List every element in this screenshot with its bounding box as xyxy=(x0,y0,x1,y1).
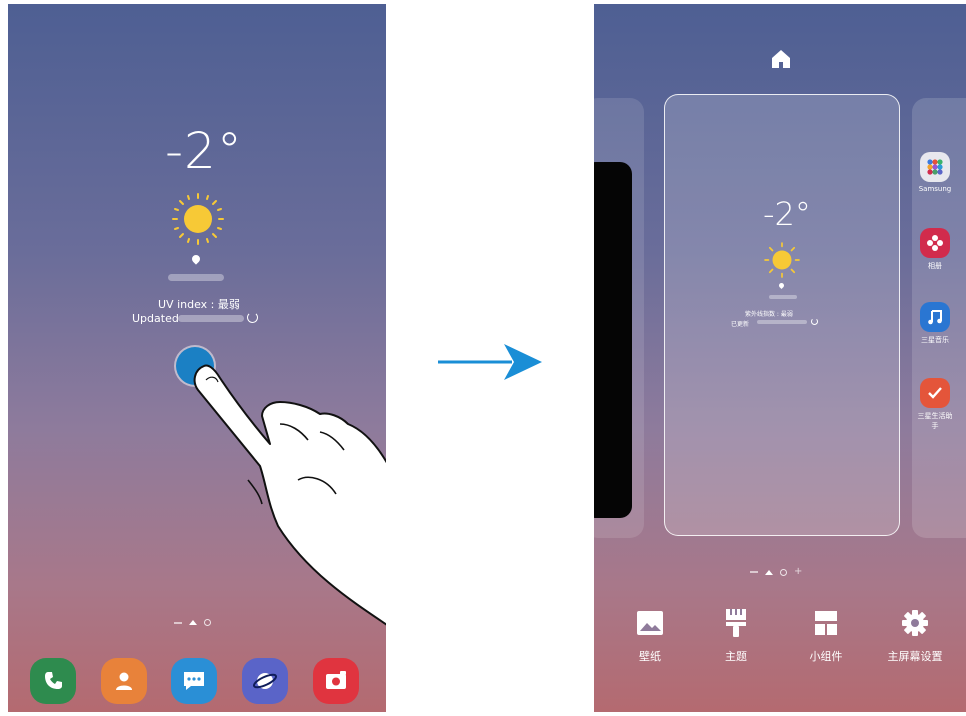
pointing-hand-illustration xyxy=(193,364,386,626)
internet-app[interactable] xyxy=(242,658,288,704)
themes-icon xyxy=(726,609,746,637)
preview-temperature: -2° xyxy=(763,195,811,233)
widgets-button[interactable]: 小组件 xyxy=(786,608,866,664)
side-app-label: 相册 xyxy=(928,262,942,270)
home-screen: -2° UV index : 最弱 Updated xyxy=(8,4,386,712)
reminder-icon xyxy=(920,378,950,408)
page-dot-left xyxy=(750,571,758,573)
preview-uv-text: 紫外线指数 : 最弱 xyxy=(745,311,793,318)
preview-updated-time-blurred xyxy=(757,320,807,324)
themes-button[interactable]: 主题 xyxy=(696,608,776,664)
preview-location-pin-icon xyxy=(777,281,786,290)
contacts-app[interactable] xyxy=(101,658,147,704)
music-icon xyxy=(920,302,950,332)
page-dot xyxy=(204,619,211,626)
internet-icon xyxy=(252,673,278,689)
left-page-content xyxy=(594,162,632,518)
add-page-icon[interactable]: + xyxy=(794,567,802,577)
side-app-gallery[interactable]: 相册 xyxy=(918,228,952,271)
phone-app[interactable] xyxy=(30,658,76,704)
side-app-samsung[interactable]: Samsung xyxy=(918,152,952,193)
contacts-icon xyxy=(116,672,132,690)
gallery-icon xyxy=(920,228,950,258)
side-app-label: 三星音乐 xyxy=(921,336,949,344)
page-dot-left xyxy=(174,621,182,624)
page-dot xyxy=(780,568,787,576)
home-icon[interactable] xyxy=(770,48,792,70)
themes-label: 主题 xyxy=(725,650,747,663)
wallpaper-icon xyxy=(637,611,663,635)
home-page-dot xyxy=(189,620,197,625)
page-indicator: + xyxy=(750,567,802,577)
preview-sunny-icon xyxy=(764,242,800,278)
messages-icon xyxy=(184,672,204,690)
widgets-icon xyxy=(815,611,837,635)
side-app-reminder[interactable]: 三星生活助手 xyxy=(917,378,953,431)
side-app-label: Samsung xyxy=(918,185,952,193)
messages-app[interactable] xyxy=(171,658,217,704)
phone-icon xyxy=(45,672,62,689)
home-edit-screen: -2° 紫外线指数 : 最弱 已更新 Samsung 相册 三星音乐 三星生活助… xyxy=(594,4,966,712)
samsung-folder-icon xyxy=(920,152,950,182)
current-page-preview[interactable]: -2° 紫外线指数 : 最弱 已更新 xyxy=(664,94,900,536)
preview-refresh-icon xyxy=(811,318,818,325)
widgets-label: 小组件 xyxy=(809,650,843,663)
settings-gear-icon xyxy=(902,610,928,636)
home-page-dot xyxy=(765,569,773,575)
camera-icon xyxy=(326,671,346,689)
preview-updated-text: 已更新 xyxy=(731,321,750,328)
side-app-label: 三星生活助手 xyxy=(917,412,953,430)
preview-location-blurred xyxy=(769,295,797,299)
transition-arrow-icon xyxy=(438,344,542,380)
home-screen-settings-button[interactable]: 主屏幕设置 xyxy=(875,608,955,664)
wallpaper-button[interactable]: 壁纸 xyxy=(610,608,690,664)
page-indicator xyxy=(174,619,211,626)
side-app-music[interactable]: 三星音乐 xyxy=(918,302,952,345)
camera-app[interactable] xyxy=(313,658,359,704)
wallpaper-label: 壁纸 xyxy=(639,650,661,663)
home-screen-settings-label: 主屏幕设置 xyxy=(887,650,943,663)
